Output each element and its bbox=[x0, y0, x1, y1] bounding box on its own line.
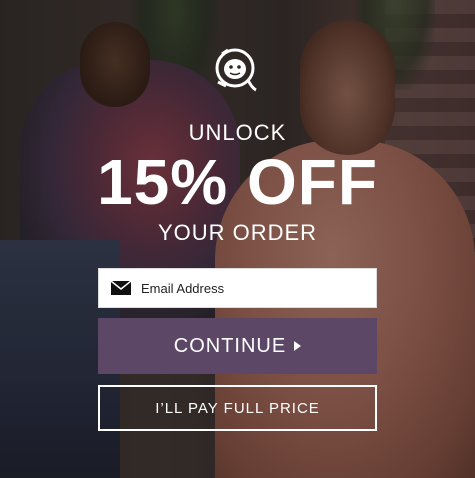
email-field[interactable] bbox=[98, 268, 377, 308]
discount-popup: UNLOCK 15% OFF YOUR ORDER CONTINUE I’LL … bbox=[0, 0, 475, 478]
headline-discount: 15% OFF bbox=[97, 146, 378, 218]
caret-right-icon bbox=[294, 341, 302, 351]
astronaut-helmet-icon bbox=[215, 48, 257, 92]
decline-button[interactable]: I’LL PAY FULL PRICE bbox=[98, 385, 377, 431]
email-input[interactable] bbox=[139, 268, 376, 308]
continue-button[interactable]: CONTINUE bbox=[98, 318, 377, 374]
envelope-icon bbox=[111, 281, 131, 295]
headline-unlock: UNLOCK bbox=[188, 120, 287, 145]
continue-label: CONTINUE bbox=[173, 334, 287, 357]
headline-your-order: YOUR ORDER bbox=[157, 220, 318, 245]
